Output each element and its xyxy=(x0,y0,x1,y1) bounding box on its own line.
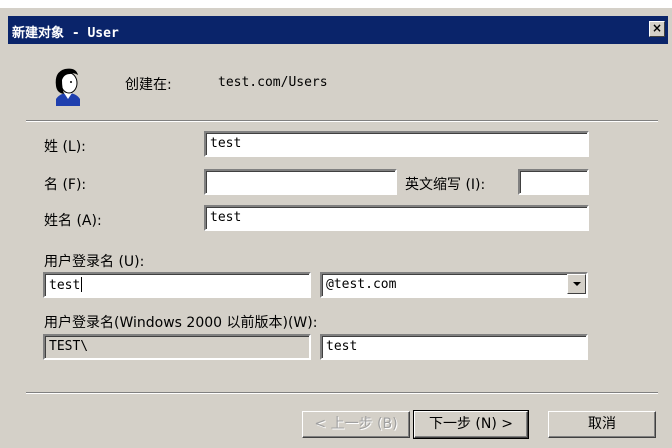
footer-divider xyxy=(26,392,658,394)
logon-name-label: 用户登录名 (U): xyxy=(44,254,145,270)
logon-name-input[interactable]: test xyxy=(43,272,311,298)
domain-select[interactable]: @test.com xyxy=(320,272,588,298)
pre2000-logon-input[interactable]: test xyxy=(320,334,588,360)
initials-label: 英文缩写 (I): xyxy=(405,177,486,193)
created-in-label: 创建在: xyxy=(125,77,172,93)
title-bar[interactable]: 新建对象 - User × xyxy=(8,16,668,44)
window-title: 新建对象 - User xyxy=(12,26,119,41)
last-name-input[interactable]: test xyxy=(204,131,589,157)
first-name-input[interactable] xyxy=(204,169,397,195)
logon-name-value: test xyxy=(49,278,81,293)
domain-select-value: @test.com xyxy=(326,277,397,292)
text-cursor xyxy=(81,277,83,292)
full-name-input[interactable]: test xyxy=(204,205,589,231)
chevron-down-icon[interactable] xyxy=(567,274,586,294)
first-name-label: 名 (F): xyxy=(44,177,87,193)
pre2000-domain-field: TEST\ xyxy=(43,334,311,360)
created-in-path: test.com/Users xyxy=(218,75,328,90)
next-button[interactable]: 下一步 (N) > xyxy=(413,410,529,439)
cancel-button[interactable]: 取消 xyxy=(548,411,656,438)
pre2000-logon-label: 用户登录名(Windows 2000 以前版本)(W): xyxy=(44,315,318,331)
initials-input[interactable] xyxy=(518,169,589,195)
header-divider xyxy=(26,120,658,122)
last-name-label: 姓 (L): xyxy=(44,139,86,155)
user-icon xyxy=(55,68,80,106)
full-name-label: 姓名 (A): xyxy=(44,213,102,229)
back-button[interactable]: < 上一步 (B) xyxy=(302,411,410,438)
close-button[interactable]: × xyxy=(649,21,665,37)
